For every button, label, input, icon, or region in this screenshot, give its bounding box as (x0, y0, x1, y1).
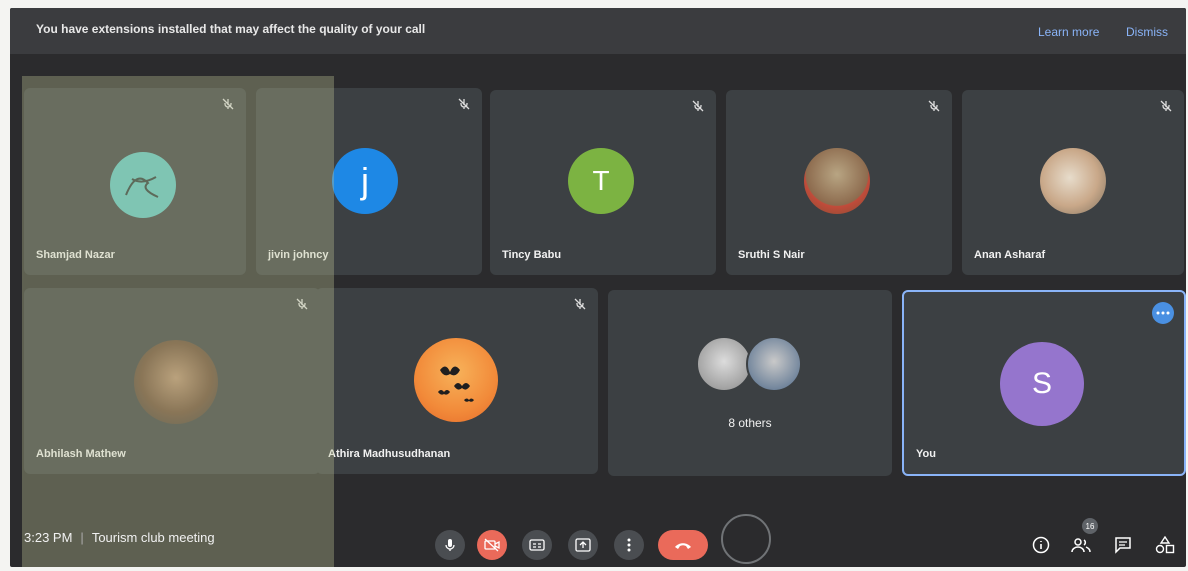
meeting-time: 3:23 PM (24, 530, 73, 545)
participant-tile-shamjad[interactable]: Shamjad Nazar (24, 88, 246, 275)
others-label: 8 others (728, 416, 772, 430)
people-button[interactable] (1070, 534, 1092, 556)
mic-off-icon (222, 98, 234, 110)
captions-icon (529, 539, 545, 551)
activities-button[interactable] (1154, 534, 1176, 556)
extension-warning-banner: You have extensions installed that may a… (10, 8, 1186, 54)
mic-off-icon (574, 298, 586, 310)
mic-off-icon (928, 100, 940, 112)
participant-name: Athira Madhusudhanan (328, 448, 451, 460)
end-call-button[interactable] (658, 530, 708, 560)
avatar-letter: S (1031, 367, 1052, 400)
activities-shapes-icon (1155, 536, 1175, 554)
bottom-control-bar: 3:23 PM | Tourism club meeting 16 (10, 498, 1186, 567)
camera-off-icon (484, 538, 500, 552)
avatar-drawing-icon (125, 176, 159, 198)
meeting-details: 3:23 PM | Tourism club meeting (24, 530, 215, 545)
participant-name: jivin johncy (268, 249, 329, 261)
hang-up-icon (675, 543, 691, 549)
meeting-title: Tourism club meeting (91, 530, 215, 545)
participant-tile-abhilash[interactable]: Abhilash Mathew (24, 288, 320, 474)
participant-tile-you[interactable]: S You (902, 290, 1186, 476)
participant-name: Abhilash Mathew (36, 448, 126, 460)
participant-tile-sruthi[interactable]: Sruthi S Nair (726, 90, 952, 275)
participant-name: Sruthi S Nair (738, 249, 805, 261)
mic-off-icon (692, 100, 704, 112)
butterfly-icon (438, 366, 474, 402)
avatar (696, 336, 752, 392)
avatar (746, 336, 802, 392)
participant-name: Anan Asharaf (974, 249, 1046, 261)
more-options-button[interactable] (614, 530, 644, 560)
chat-icon (1115, 537, 1131, 554)
vertical-dots-icon (627, 538, 631, 552)
avatar-letter: j (361, 160, 369, 201)
chat-button[interactable] (1112, 534, 1134, 556)
meeting-info-button[interactable] (1030, 534, 1052, 556)
floating-action-ring (721, 514, 771, 564)
camera-off-button[interactable] (477, 530, 507, 560)
participant-tile-others[interactable]: 8 others (608, 290, 892, 476)
meeting-separator: | (80, 530, 84, 545)
mic-off-icon (458, 98, 470, 110)
mic-off-icon (1160, 100, 1172, 112)
banner-message: You have extensions installed that may a… (36, 22, 426, 36)
people-icon (1071, 538, 1091, 553)
avatar: j (332, 148, 398, 214)
more-options-icon[interactable] (1152, 302, 1174, 324)
people-count-badge: 16 (1082, 518, 1098, 534)
avatar (1040, 148, 1106, 214)
learn-more-link[interactable]: Learn more (1038, 25, 1099, 39)
avatar: T (568, 148, 634, 214)
participant-tile-athira[interactable]: Athira Madhusudhanan (316, 288, 598, 474)
present-screen-button[interactable] (568, 530, 598, 560)
info-icon (1032, 536, 1050, 554)
avatar-letter: T (592, 165, 610, 196)
avatar: S (1000, 342, 1084, 426)
avatar (110, 152, 176, 218)
captions-button[interactable] (522, 530, 552, 560)
present-icon (575, 538, 591, 552)
avatar (134, 340, 218, 424)
avatar (414, 338, 498, 422)
participant-tile-anan[interactable]: Anan Asharaf (962, 90, 1184, 275)
meet-window: You have extensions installed that may a… (10, 8, 1186, 567)
participant-name: You (916, 448, 936, 460)
participant-tile-jivin[interactable]: j jivin johncy (256, 88, 482, 275)
avatar (804, 148, 870, 214)
participant-name: Shamjad Nazar (36, 249, 115, 261)
microphone-icon (445, 539, 455, 551)
participant-tile-tincy[interactable]: T Tincy Babu (490, 90, 716, 275)
dismiss-button[interactable]: Dismiss (1126, 25, 1168, 39)
participant-name: Tincy Babu (502, 249, 562, 261)
mic-off-icon (296, 298, 308, 310)
microphone-button[interactable] (435, 530, 465, 560)
